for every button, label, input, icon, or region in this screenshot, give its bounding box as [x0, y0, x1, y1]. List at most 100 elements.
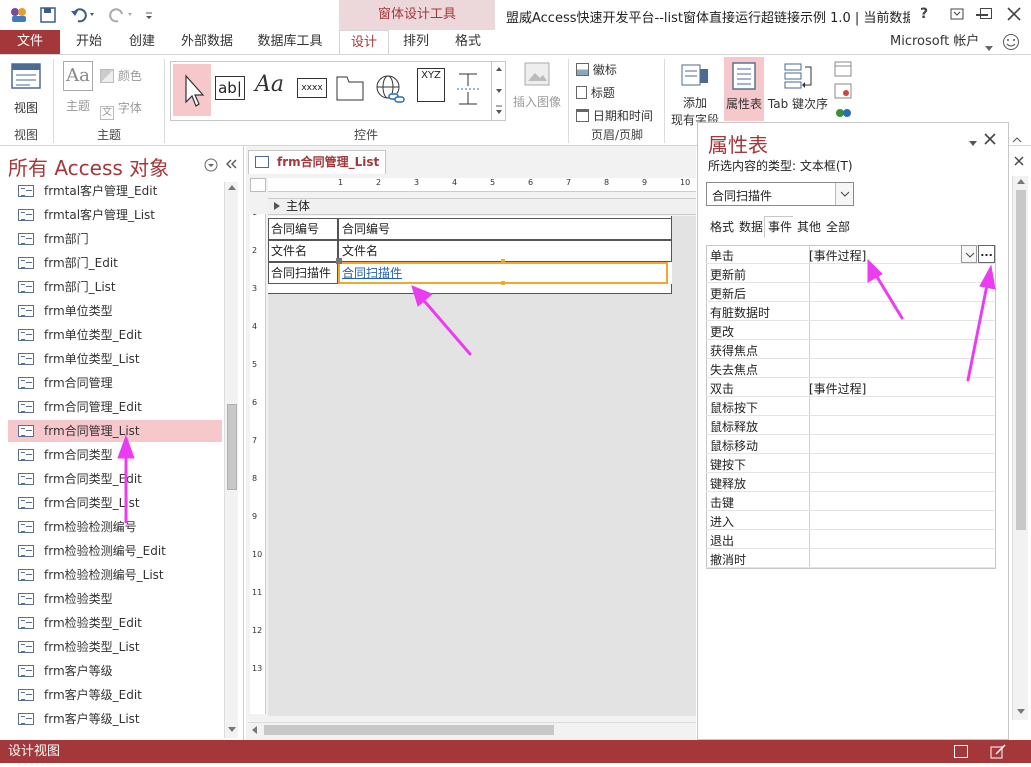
nav-item[interactable]: frm合同管理_List: [8, 420, 222, 442]
property-tab[interactable]: 全部: [822, 216, 855, 238]
nav-item[interactable]: frmtal客户管理_Edit: [8, 180, 222, 202]
property-row[interactable]: 获得焦点: [706, 340, 994, 359]
design-view-icon[interactable]: [990, 744, 1006, 759]
smiley-icon[interactable]: [1002, 33, 1020, 51]
selection-dropdown[interactable]: 合同扫描件: [706, 182, 854, 206]
resize-handle[interactable]: [501, 259, 505, 263]
tab-create[interactable]: 创建: [118, 30, 166, 54]
datetime-button[interactable]: 日期和时间: [576, 107, 660, 124]
help-button[interactable]: ?: [920, 6, 928, 22]
event-dropdown-button[interactable]: [961, 245, 977, 263]
move-handle[interactable]: [336, 258, 342, 264]
field-label[interactable]: 合同扫描件: [268, 262, 338, 284]
nav-item[interactable]: frm检验检测编号: [8, 516, 222, 538]
property-value[interactable]: [809, 437, 994, 452]
property-value[interactable]: [809, 266, 994, 281]
property-value[interactable]: [809, 285, 994, 300]
label-control-button[interactable]: Aa: [255, 72, 284, 97]
tab-database-tools[interactable]: 数据库工具: [250, 30, 330, 54]
nav-item[interactable]: frm检验类型_List: [8, 636, 222, 658]
property-row[interactable]: 鼠标释放: [706, 416, 994, 435]
property-value[interactable]: [809, 399, 994, 414]
redo-icon[interactable]: [108, 6, 136, 24]
property-menu-icon[interactable]: [968, 137, 978, 146]
undo-icon[interactable]: [70, 6, 98, 24]
nav-item[interactable]: frm部门: [8, 228, 222, 250]
property-sheet-button[interactable]: 属性表: [724, 57, 764, 121]
gallery-scroll[interactable]: [491, 62, 505, 120]
property-row[interactable]: 更新后: [706, 283, 994, 302]
field-label[interactable]: 文件名: [268, 240, 338, 262]
property-value[interactable]: [809, 418, 994, 433]
property-value[interactable]: [809, 361, 994, 376]
theme-button[interactable]: Aa 主题: [58, 59, 98, 125]
nav-item[interactable]: frm检验检测编号_List: [8, 564, 222, 586]
property-row[interactable]: 击键: [706, 492, 994, 511]
select-pointer-button[interactable]: [173, 64, 211, 116]
textbox-control-button[interactable]: ab|: [215, 76, 245, 100]
field-textbox[interactable]: 合同编号: [338, 218, 672, 240]
tab-design[interactable]: 设计: [339, 30, 389, 54]
horizontal-scrollbar[interactable]: [248, 722, 696, 736]
customize-qat-icon[interactable]: [144, 10, 154, 20]
form-select-box[interactable]: [250, 178, 266, 192]
maximize-icon[interactable]: [980, 8, 992, 19]
nav-item[interactable]: frm客户等级: [8, 660, 222, 682]
property-row[interactable]: 更新前: [706, 264, 994, 283]
field-textbox[interactable]: 文件名: [338, 240, 672, 262]
field-label[interactable]: 合同编号: [268, 218, 338, 240]
nav-menu-icon[interactable]: [204, 158, 218, 172]
nav-item[interactable]: frm客户等级_Edit: [8, 684, 222, 706]
save-icon[interactable]: [40, 7, 56, 23]
nav-item[interactable]: frm部门_List: [8, 276, 222, 298]
colors-button[interactable]: 颜色: [100, 67, 158, 84]
close-window-icon[interactable]: [1004, 4, 1024, 24]
logo-button[interactable]: 徽标: [576, 61, 656, 78]
property-row[interactable]: 键按下: [706, 454, 994, 473]
property-value[interactable]: [809, 551, 994, 566]
nav-item[interactable]: frmtal客户管理_List: [8, 204, 222, 226]
fonts-button[interactable]: 文 字体: [100, 99, 158, 120]
hyperlink-control-button[interactable]: [375, 74, 407, 106]
property-row[interactable]: 鼠标按下: [706, 397, 994, 416]
nav-item[interactable]: frm单位类型_List: [8, 348, 222, 370]
tab-home[interactable]: 开始: [64, 30, 114, 54]
property-row[interactable]: 失去焦点: [706, 359, 994, 378]
nav-item[interactable]: frm合同类型: [8, 444, 222, 466]
property-row[interactable]: 更改: [706, 321, 994, 340]
nav-item[interactable]: frm合同管理_Edit: [8, 396, 222, 418]
button-control-button[interactable]: xxxx: [297, 78, 327, 98]
nav-item[interactable]: frm检验类型_Edit: [8, 612, 222, 634]
document-close-icon[interactable]: [1012, 154, 1026, 168]
property-row[interactable]: 鼠标移动: [706, 435, 994, 454]
nav-scroll-thumb[interactable]: [227, 404, 237, 490]
property-value[interactable]: [809, 532, 994, 547]
tab-control-button[interactable]: [335, 74, 365, 102]
resize-handle[interactable]: [501, 281, 505, 285]
document-tab[interactable]: frm合同管理_List: [248, 150, 386, 174]
nav-item[interactable]: frm客户等级_List: [8, 708, 222, 730]
h-scroll-thumb[interactable]: [264, 725, 554, 735]
property-value[interactable]: [809, 456, 994, 471]
close-icon[interactable]: [982, 131, 998, 147]
shutter-collapse-icon[interactable]: [224, 157, 238, 171]
insert-image-button[interactable]: 插入图像: [510, 61, 564, 110]
nav-item[interactable]: frm检验检测编号_Edit: [8, 540, 222, 562]
nav-title[interactable]: 所有 Access 对象: [8, 152, 169, 181]
property-tab[interactable]: 事件: [764, 216, 797, 238]
property-value[interactable]: [809, 475, 994, 490]
nav-item[interactable]: frm合同类型_Edit: [8, 468, 222, 490]
page-break-control-button[interactable]: [455, 72, 481, 106]
builder-button[interactable]: ...: [978, 245, 995, 263]
dropdown-button[interactable]: [835, 183, 853, 205]
property-row[interactable]: 键释放: [706, 473, 994, 492]
nav-item[interactable]: frm部门_Edit: [8, 252, 222, 274]
property-value[interactable]: [809, 323, 994, 338]
property-value[interactable]: [809, 304, 994, 319]
property-row[interactable]: 有脏数据时: [706, 302, 994, 321]
tab-order-button[interactable]: Tab 键次序: [766, 61, 830, 112]
property-value[interactable]: [809, 494, 994, 509]
property-value[interactable]: [809, 513, 994, 528]
title-button[interactable]: 标题: [576, 84, 656, 101]
nav-item[interactable]: frm合同管理: [8, 372, 222, 394]
